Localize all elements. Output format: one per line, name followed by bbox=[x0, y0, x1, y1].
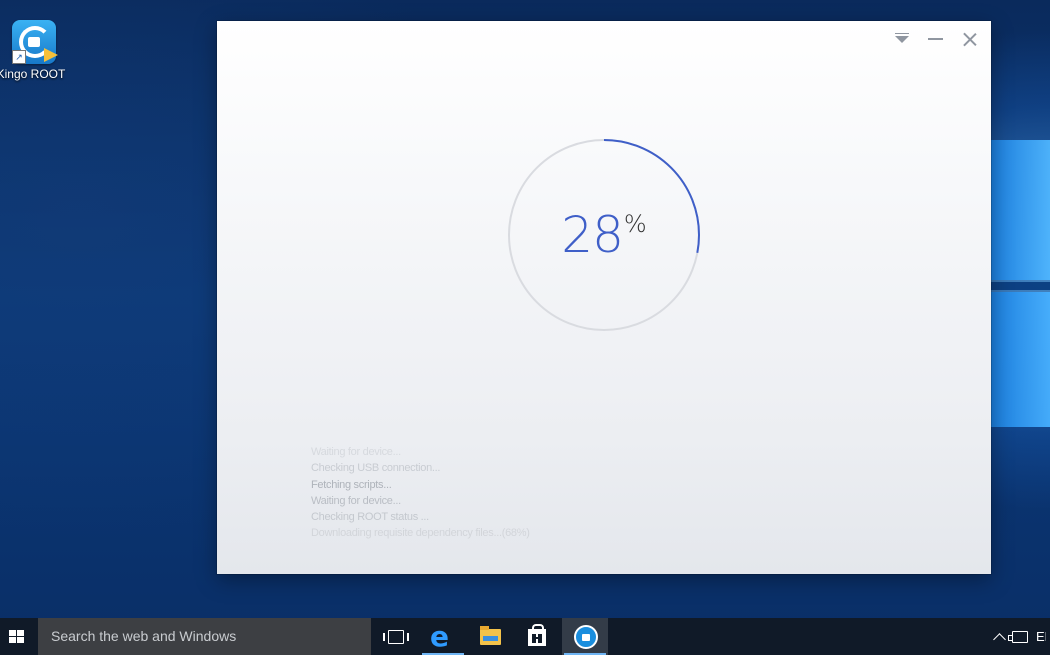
kingo-root-app-icon bbox=[574, 625, 598, 649]
kingo-root-window: 28 % Waiting for device... Checking USB … bbox=[217, 21, 991, 574]
chevron-up-icon[interactable] bbox=[993, 633, 1006, 646]
desktop-icon-label: Kingo ROOT bbox=[0, 67, 66, 81]
log-line: Downloading requisite dependency files..… bbox=[311, 527, 530, 540]
progress-value: 28 bbox=[561, 206, 624, 264]
log-line: Fetching scripts... bbox=[311, 478, 392, 491]
desktop-light-beam bbox=[990, 292, 1050, 427]
taskbar-item-kingo-root[interactable] bbox=[562, 618, 608, 655]
progress-percentage: 28 % bbox=[507, 138, 701, 332]
folder-icon bbox=[480, 626, 501, 645]
status-log: Waiting for device... Checking USB conne… bbox=[311, 444, 530, 542]
kingo-root-app-icon: ↗ bbox=[12, 20, 58, 64]
desktop-light-gap bbox=[990, 282, 1050, 290]
log-line: Waiting for device... bbox=[311, 494, 401, 507]
taskbar-item-file-explorer[interactable] bbox=[467, 618, 513, 655]
minimize-icon[interactable] bbox=[923, 29, 949, 49]
shortcut-arrow-icon: ↗ bbox=[12, 50, 26, 64]
windows-start-icon bbox=[9, 630, 24, 644]
window-controls bbox=[889, 29, 983, 49]
task-view-icon bbox=[383, 630, 409, 644]
input-language-icon[interactable]: ENG bbox=[1036, 629, 1046, 644]
edge-browser-icon: e bbox=[430, 620, 449, 653]
log-line: Waiting for device... bbox=[311, 446, 401, 458]
taskbar-item-store[interactable] bbox=[514, 618, 560, 655]
network-icon[interactable] bbox=[1008, 630, 1028, 643]
search-input[interactable]: Search the web and Windows bbox=[38, 618, 371, 655]
log-line: Checking USB connection... bbox=[311, 462, 441, 475]
percent-sign: % bbox=[623, 210, 647, 238]
store-icon bbox=[528, 624, 546, 646]
log-line: Checking ROOT status ... bbox=[311, 511, 429, 524]
taskbar-item-edge[interactable]: e bbox=[420, 618, 466, 655]
dropdown-menu-icon[interactable] bbox=[889, 29, 915, 49]
taskbar-item-task-view[interactable] bbox=[373, 618, 419, 655]
close-icon[interactable] bbox=[957, 29, 983, 49]
progress-ring: 28 % bbox=[507, 138, 701, 332]
desktop-light-beam bbox=[990, 140, 1050, 280]
start-button[interactable] bbox=[0, 618, 38, 655]
taskbar: Search the web and Windows e ENG bbox=[0, 618, 1050, 655]
system-tray: ENG bbox=[993, 618, 1050, 655]
desktop-icon-kingo-root[interactable]: ↗ Kingo ROOT bbox=[0, 20, 66, 81]
